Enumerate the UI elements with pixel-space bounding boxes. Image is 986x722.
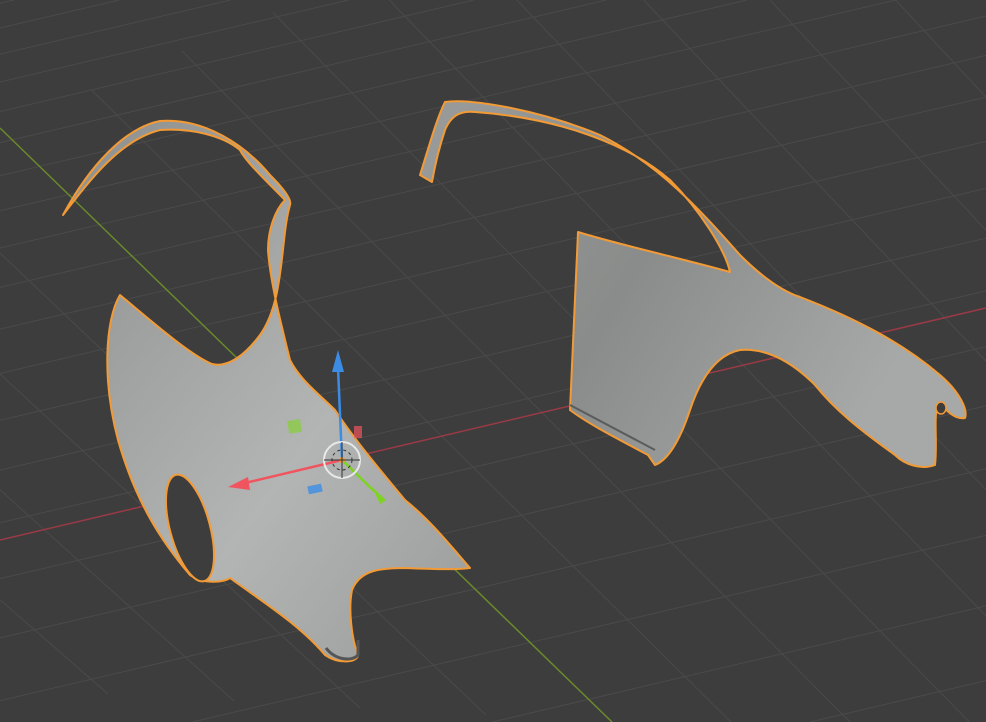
grid-line [0, 0, 349, 83]
grid-line [810, 680, 986, 722]
grid-line [0, 0, 120, 29]
z-arrow-icon[interactable] [332, 350, 344, 372]
rear-quarter-panel[interactable] [419, 100, 967, 468]
grid-line [0, 0, 231, 55]
viewport-canvas[interactable] [0, 0, 986, 722]
grid-line [0, 0, 474, 112]
3d-viewport[interactable] [0, 0, 986, 722]
grid-line [769, 0, 986, 231]
grid-line [0, 599, 109, 695]
front-fender-panel[interactable] [62, 119, 471, 663]
grid-line [0, 54, 986, 288]
grid-line [0, 0, 15, 4]
yz-plane-icon[interactable] [287, 418, 303, 434]
xz-plane-icon[interactable] [354, 426, 362, 438]
grid-line [895, 0, 986, 98]
grid-line [0, 0, 607, 144]
